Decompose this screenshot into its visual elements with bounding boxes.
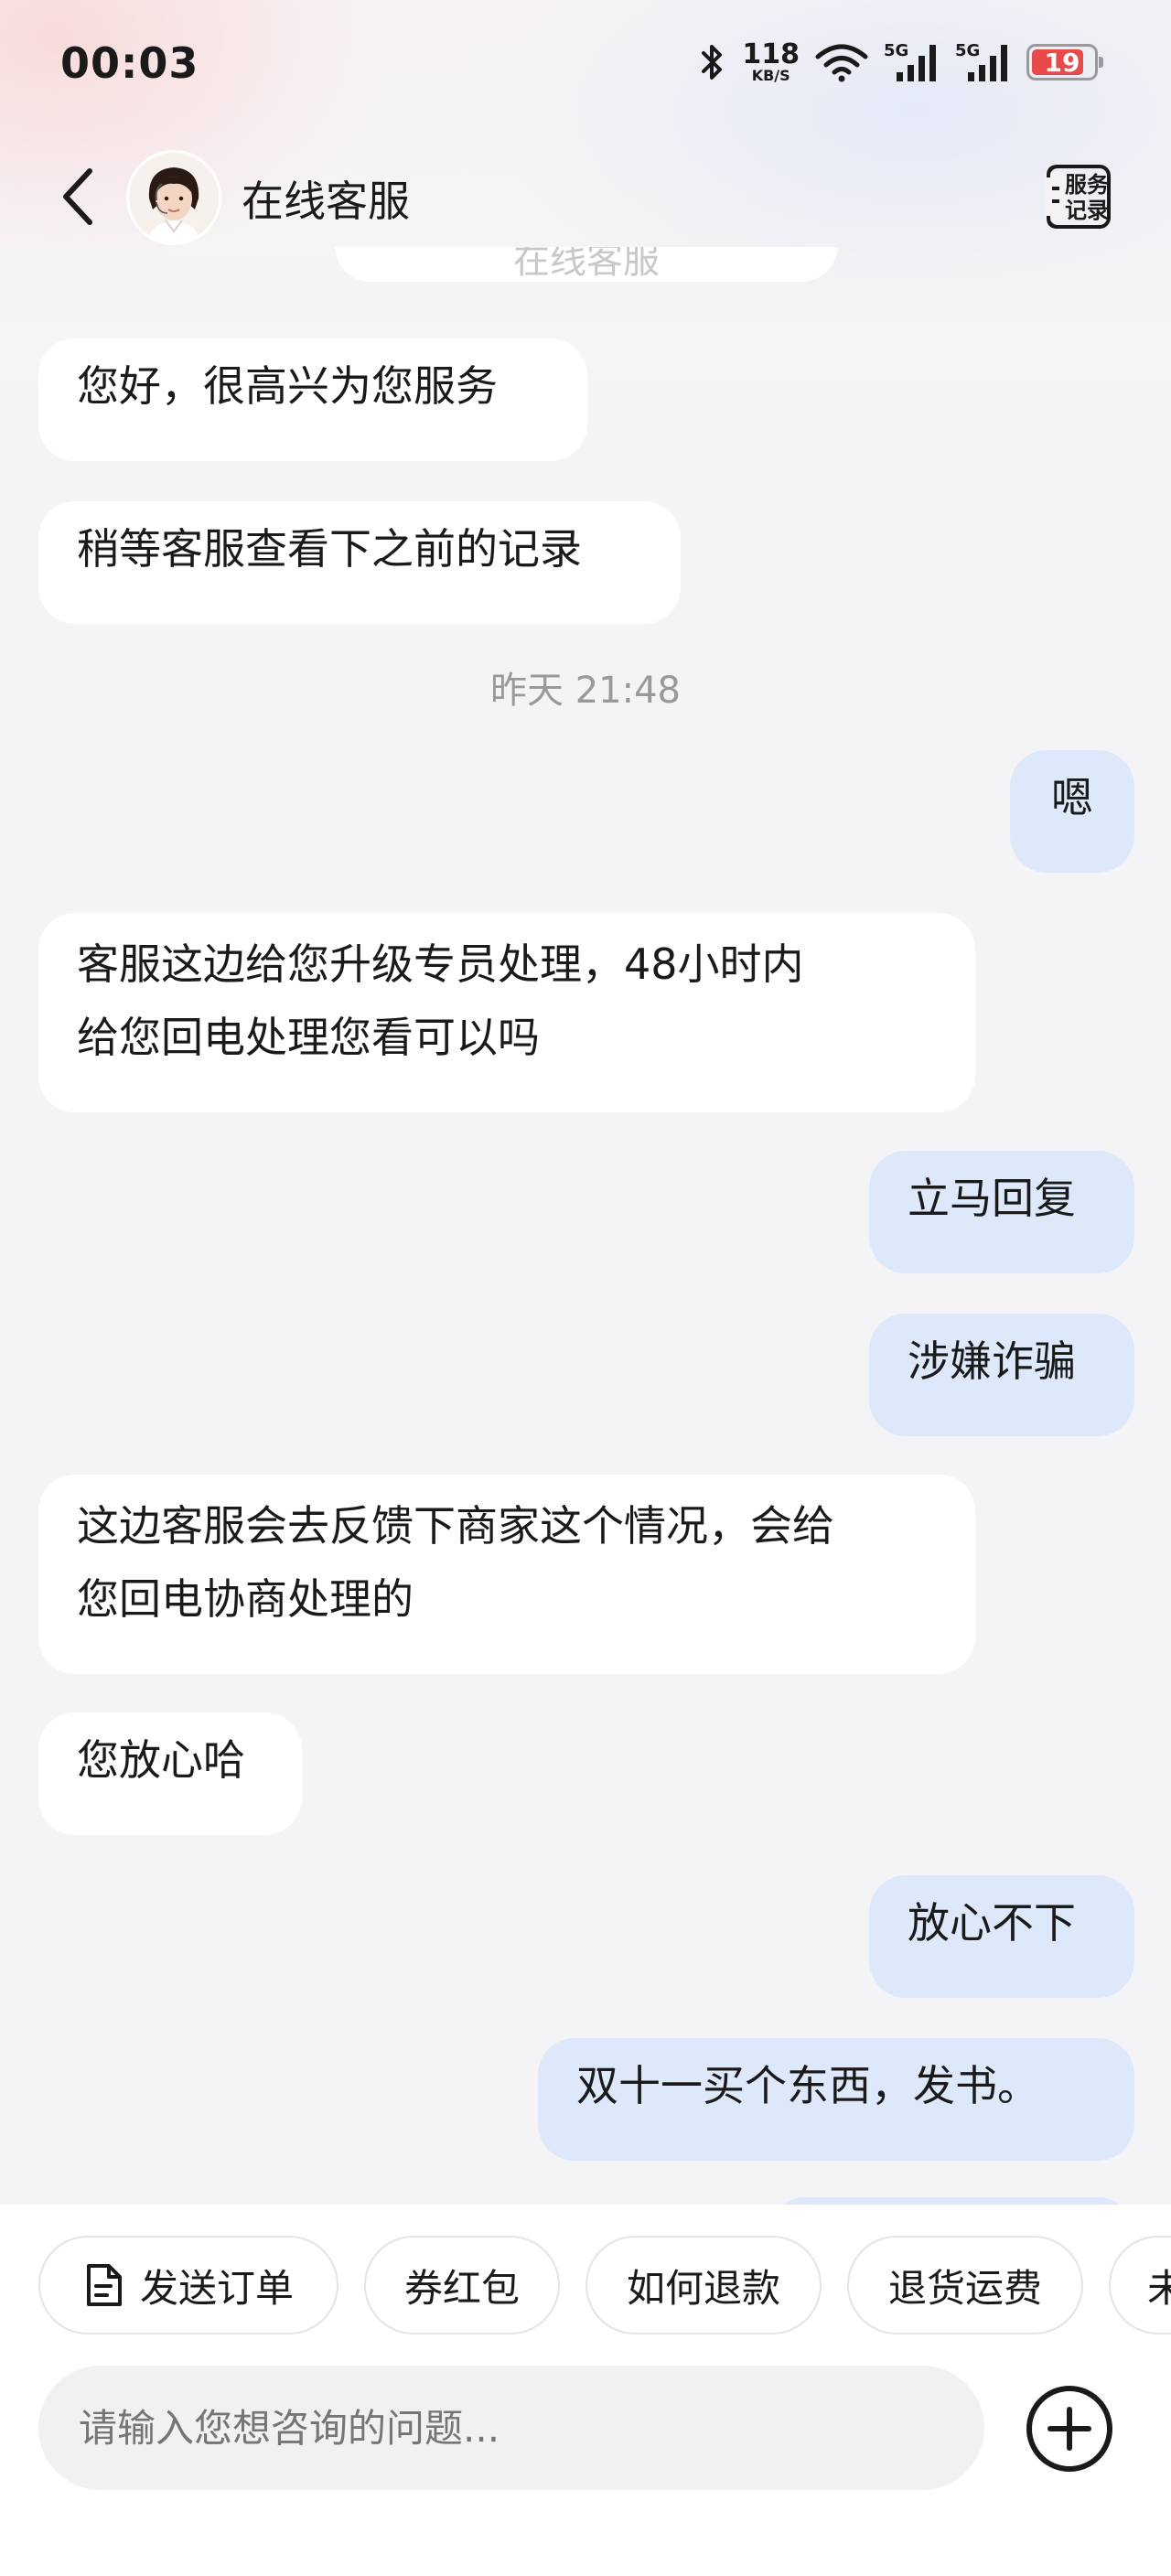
- cellular-signal-icon: 5G: [955, 41, 1007, 81]
- bluetooth-icon: [702, 45, 723, 80]
- message-input[interactable]: [38, 2366, 984, 2490]
- chat-header: 在线客服 服务 记录: [0, 146, 1171, 247]
- message-text: 立马回复: [908, 1174, 1076, 1223]
- chat-bubble-partial: 在线客服: [335, 247, 838, 282]
- message-text: 涉嫌诈骗: [908, 1336, 1076, 1386]
- outgoing-message-partial: [768, 2197, 1134, 2205]
- incoming-message[interactable]: 您好，很高兴为您服务: [38, 338, 587, 461]
- service-record-icon: 服务 记录: [1045, 165, 1111, 229]
- service-record-line2: 记录: [1065, 198, 1109, 223]
- message-text-line: 给您回电处理您看可以吗: [77, 1013, 540, 1062]
- page-title: 在线客服: [242, 177, 410, 226]
- chevron-left-icon: [63, 168, 92, 225]
- plus-circle-icon: [1026, 2386, 1112, 2472]
- quick-action-label: 券红包: [403, 2265, 520, 2311]
- message-text: 您好，很高兴为您服务: [77, 361, 498, 411]
- network-speed-unit: KB/S: [751, 67, 790, 84]
- quick-action-label: 未: [1147, 2258, 1171, 2313]
- quick-action-label: 发送订单: [139, 2265, 294, 2311]
- chat-messages[interactable]: 在线客服 您好，很高兴为您服务 稍等客服查看下之前的记录 昨天 21:48 嗯 …: [0, 247, 1171, 2205]
- status-bar: 00:03 118 KB/S 5G 5G 19: [0, 0, 1171, 128]
- message-text: 稍等客服查看下之前的记录: [77, 524, 582, 574]
- message-timestamp: 昨天 21:48: [490, 670, 681, 712]
- battery-icon: 19: [1026, 44, 1103, 80]
- service-record-line1: 服务: [1065, 172, 1110, 198]
- message-text-line: 客服这边给您升级专员处理，48小时内: [77, 939, 804, 989]
- incoming-message[interactable]: 您放心哈: [38, 1712, 302, 1835]
- add-attachment-button[interactable]: [1025, 2384, 1114, 2474]
- cellular-signal-icon: 5G: [884, 41, 936, 81]
- message-text: 放心不下: [908, 1898, 1076, 1948]
- agent-avatar[interactable]: [126, 150, 221, 245]
- quick-action-coupon[interactable]: 券红包: [364, 2236, 560, 2334]
- message-text: 嗯: [1051, 773, 1093, 822]
- wifi-icon: [815, 44, 868, 82]
- outgoing-message[interactable]: 立马回复: [869, 1151, 1134, 1273]
- quick-action-label: 退货运费: [887, 2265, 1042, 2311]
- outgoing-message[interactable]: 涉嫌诈骗: [869, 1314, 1134, 1436]
- message-text: 双十一买个东西，发书。: [576, 2061, 1039, 2110]
- network-speed: 118 KB/S: [742, 41, 800, 83]
- quick-action-return-shipping[interactable]: 退货运费: [847, 2236, 1083, 2334]
- quick-action-how-to-refund[interactable]: 如何退款: [586, 2236, 822, 2334]
- outgoing-message[interactable]: 放心不下: [869, 1875, 1134, 1998]
- customer-service-agent-avatar-icon: [129, 153, 219, 242]
- signal-1-label: 5G: [884, 41, 908, 60]
- incoming-message[interactable]: 这边客服会去反馈下商家这个情况，会给 您回电协商处理的: [38, 1475, 975, 1674]
- document-icon: [86, 2264, 122, 2306]
- message-text-line: 您回电协商处理的: [77, 1574, 414, 1624]
- service-record-button[interactable]: 服务 记录: [1045, 161, 1122, 232]
- quick-action-partial[interactable]: 未: [1109, 2236, 1171, 2334]
- bottom-panel: 发送订单 券红包 如何退款 退货运费 未: [0, 2205, 1171, 2576]
- clock: 00:03: [60, 38, 199, 88]
- quick-action-send-order[interactable]: 发送订单: [38, 2236, 338, 2334]
- outgoing-message[interactable]: 嗯: [1010, 750, 1134, 873]
- quick-action-label: 如何退款: [626, 2265, 780, 2311]
- back-button[interactable]: [51, 165, 106, 229]
- incoming-message[interactable]: 稍等客服查看下之前的记录: [38, 501, 681, 624]
- network-speed-value: 118: [742, 38, 800, 70]
- signal-2-label: 5G: [955, 41, 980, 60]
- message-text-line: 这边客服会去反馈下商家这个情况，会给: [77, 1501, 834, 1551]
- outgoing-message[interactable]: 双十一买个东西，发书。: [538, 2038, 1134, 2161]
- incoming-message[interactable]: 客服这边给您升级专员处理，48小时内 给您回电处理您看可以吗: [38, 913, 975, 1112]
- battery-level: 19: [1044, 47, 1080, 78]
- status-icons: 118 KB/S 5G 5G 19: [698, 35, 1103, 90]
- message-text: 您放心哈: [77, 1735, 245, 1785]
